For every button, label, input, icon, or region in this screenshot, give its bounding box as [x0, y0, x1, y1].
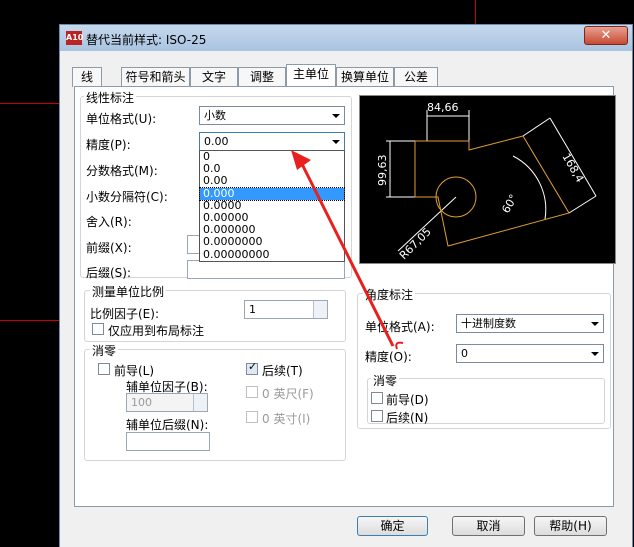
cancel-button[interactable]: 取消 — [452, 516, 525, 536]
ok-button[interactable]: 确定 — [357, 516, 428, 536]
red-annotation-arrow — [291, 150, 404, 350]
help-button[interactable]: 帮助(H) — [534, 516, 607, 536]
